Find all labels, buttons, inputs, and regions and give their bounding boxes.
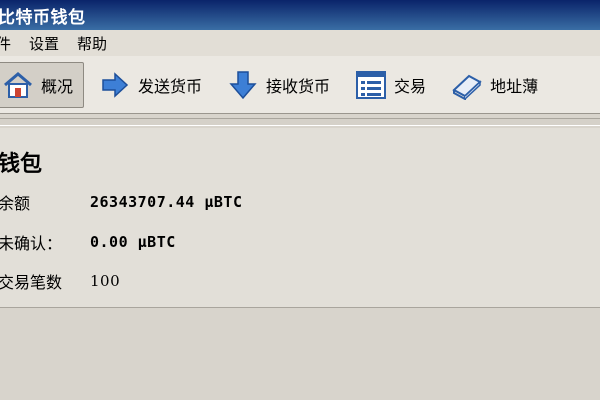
address-book-label: 地址薄 (490, 76, 539, 96)
book-icon (450, 69, 484, 101)
wallet-window: 比特币钱包 件 设置 帮助 概况 发送货币 接收货币 交易 地址薄 钱包 余额 … (0, 0, 600, 400)
unconfirmed-value: 0.00 µBTC (90, 233, 176, 251)
house-icon (1, 69, 35, 101)
receive-tab[interactable]: 接收货币 (218, 62, 340, 108)
menu-settings[interactable]: 设置 (29, 33, 59, 54)
unconfirmed-label: 未确认： (0, 234, 63, 253)
arrow-right-icon (98, 69, 132, 101)
window-title: 比特币钱包 (0, 7, 86, 28)
toolbar-separator (0, 118, 600, 126)
list-icon (354, 69, 388, 101)
balance-row: 余额 26343707.44 µBTC (0, 190, 243, 214)
toolbar: 概况 发送货币 接收货币 交易 地址薄 (0, 56, 600, 114)
tx-count-value: 100 (90, 272, 121, 290)
overview-tab[interactable]: 概况 (0, 61, 85, 108)
address-book-tab[interactable]: 地址薄 (442, 62, 548, 108)
arrow-down-icon (226, 69, 260, 101)
menu-help[interactable]: 帮助 (77, 33, 107, 54)
receive-label: 接收货币 (266, 76, 331, 96)
overview-label: 概况 (41, 76, 74, 96)
menu-file[interactable]: 件 (0, 33, 11, 54)
empty-content-area (0, 309, 600, 400)
wallet-overview-panel: 钱包 余额 26343707.44 µBTC 未确认： 0.00 µBTC 交易… (0, 128, 600, 308)
tx-count-label: 交易笔数 (0, 273, 63, 292)
transactions-label: 交易 (394, 76, 427, 96)
transactions-tab[interactable]: 交易 (346, 62, 436, 108)
tx-count-row: 交易笔数 100 (0, 269, 120, 293)
balance-label: 余额 (0, 194, 31, 213)
send-label: 发送货币 (138, 76, 203, 96)
balance-value: 26343707.44 µBTC (90, 193, 243, 211)
unconfirmed-row: 未确认： 0.00 µBTC (0, 230, 176, 254)
menu-bar: 件 设置 帮助 (0, 30, 600, 56)
wallet-title: 钱包 (0, 152, 43, 177)
send-tab[interactable]: 发送货币 (90, 62, 212, 108)
title-bar: 比特币钱包 (0, 0, 600, 30)
